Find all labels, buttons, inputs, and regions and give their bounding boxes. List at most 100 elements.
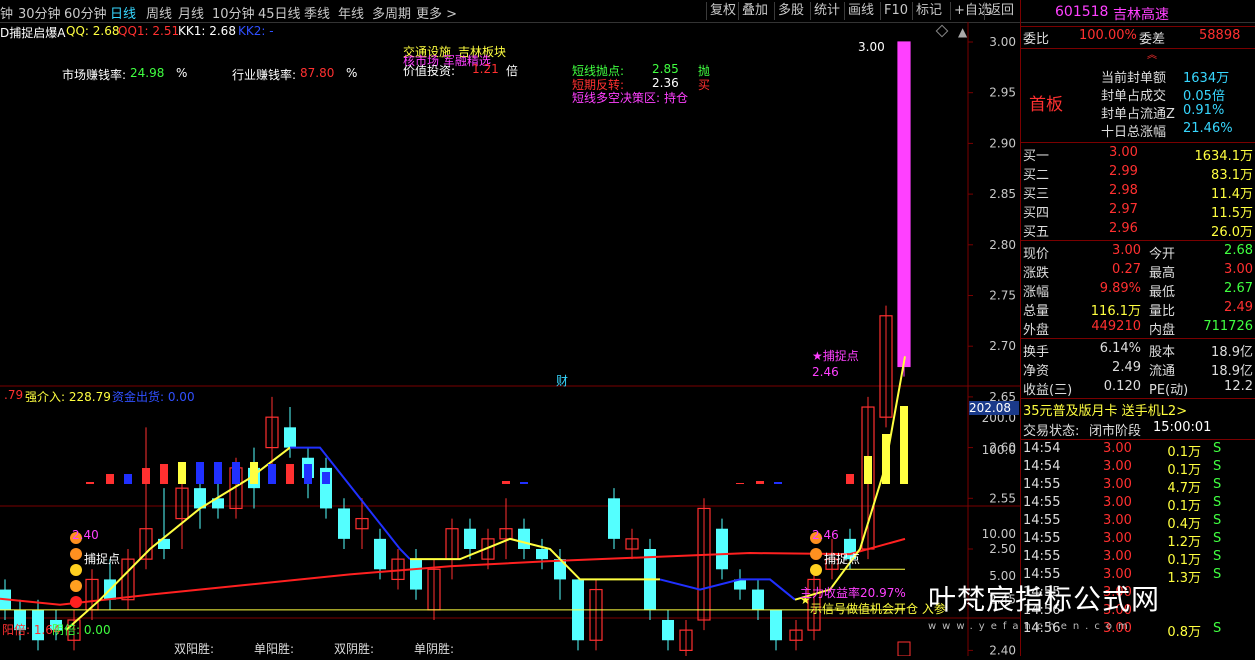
diamond-icon	[935, 24, 949, 38]
volume-bar	[864, 456, 872, 484]
info-label: 封单占流通Z	[1101, 107, 1175, 122]
timeframe-8[interactable]: 季线	[304, 3, 330, 22]
kline-svg[interactable]: ▲3.002.952.902.852.802.752.702.652.602.5…	[0, 22, 1020, 660]
timeframe-2[interactable]: 60分钟	[64, 3, 107, 22]
signal-icon	[70, 548, 82, 560]
catch-point-value: 2.46	[812, 365, 839, 379]
sub1-label-a: .79	[4, 388, 24, 402]
stat-row: 现价 3.00 今开 2.68	[1021, 243, 1255, 262]
stat2-label: 净资	[1023, 364, 1050, 379]
watermark-url: www.yefanchen.com	[928, 621, 1134, 632]
promo-row[interactable]: 35元普及版月卡 送手机L2>	[1021, 400, 1255, 419]
stat-value-2: 2.67	[1224, 281, 1253, 296]
bid-row: 买五 2.96 26.0万	[1021, 221, 1255, 240]
last-bar-bottom	[897, 641, 911, 657]
candle-body-down	[284, 427, 296, 448]
single-yang-win: 单阳胜:	[254, 642, 295, 656]
industry-rate-value: 87.80	[300, 66, 335, 80]
tick-side: S	[1213, 477, 1222, 492]
timeframe-0[interactable]: 钟	[0, 3, 13, 22]
tick-side: S	[1213, 513, 1222, 528]
toolbar-button-6[interactable]: 标记	[912, 2, 945, 20]
stat2-value-2: 18.9亿	[1211, 345, 1253, 360]
bid-row: 买一 3.00 1634.1万	[1021, 145, 1255, 164]
timeframe-5[interactable]: 月线	[178, 3, 204, 22]
stat2-label-2: PE(动)	[1149, 383, 1189, 398]
promo-link[interactable]: 35元普及版月卡 送手机L2>	[1023, 400, 1187, 419]
weibi-value: 100.00%	[1079, 28, 1137, 43]
tick-time: 14:55	[1023, 477, 1061, 492]
quote-panel: 601518 吉林高速 委比 100.00% 委差 58898 ︽ 首板 35元…	[1020, 0, 1255, 656]
sub1-highlight-tick: 202.08	[969, 401, 1019, 415]
short-reversal-action: 买	[698, 78, 711, 92]
timeframe-3[interactable]: 日线	[110, 3, 136, 22]
qq-value: QQ: 2.68	[66, 24, 120, 38]
bid-row: 买三 2.98 11.4万	[1021, 183, 1255, 202]
price-tick-label: 3.00	[989, 35, 1016, 49]
info-value: 0.91%	[1183, 103, 1225, 118]
stat2-row: 净资 2.49 流通 18.9亿	[1021, 360, 1255, 379]
timeframe-10[interactable]: 多周期	[372, 3, 411, 22]
tick-row: 14:55 3.00 0.1万 S	[1021, 495, 1255, 514]
timeframe-9[interactable]: 年线	[338, 3, 364, 22]
collapse-icon[interactable]: ︽	[1147, 46, 1157, 61]
toolbar-button-1[interactable]: 叠加	[738, 2, 771, 20]
tick-row: 14:55 3.00 1.2万 S	[1021, 531, 1255, 550]
candle-body-down	[770, 609, 782, 641]
sub2-right-catch: 捕捉点	[824, 552, 861, 566]
stat2-row: 收益(三) 0.120 PE(动) 12.2	[1021, 379, 1255, 398]
bid-volume: 26.0万	[1211, 225, 1253, 240]
bid-price: 2.97	[1109, 202, 1138, 217]
timeframe-1[interactable]: 30分钟	[18, 3, 61, 22]
stat-label-2: 内盘	[1149, 323, 1176, 338]
tick-side: S	[1213, 441, 1222, 456]
tick-price: 3.00	[1103, 531, 1132, 546]
stock-name: 吉林高速	[1113, 7, 1169, 23]
volume-bar	[232, 462, 240, 484]
tick-row: 14:55 3.00 0.4万 S	[1021, 513, 1255, 532]
single-yin-win: 单阴胜:	[414, 642, 455, 656]
stat2-label: 收益(三)	[1023, 383, 1073, 398]
toolbar-button-5[interactable]: F10	[880, 2, 911, 20]
finance-marker[interactable]: 财	[556, 372, 568, 389]
kk1-value: KK1: 2.68	[178, 24, 236, 38]
toolbar-button-2[interactable]: 多股	[774, 2, 807, 20]
tick-volume: 0.1万	[1167, 463, 1201, 478]
toolbar-button-3[interactable]: 统计	[810, 2, 843, 20]
stat-value-2: 2.49	[1224, 300, 1253, 315]
timeframe-6[interactable]: 10分钟	[212, 3, 255, 22]
kline-chart-area[interactable]: ▲ 3.00 2.95 2.90 2.85 2.80 2.75 2.70 2.65 2.60 2.5…	[0, 22, 1020, 660]
tick-volume: 4.7万	[1167, 481, 1201, 496]
stat-label-2: 最高	[1149, 266, 1176, 281]
toolbar-button-4[interactable]: 画线	[844, 2, 877, 20]
tick-price: 3.00	[1103, 477, 1132, 492]
timeframe-4[interactable]: 周线	[146, 3, 172, 22]
tick-time: 14:55	[1023, 531, 1061, 546]
double-yang-win: 双阳胜:	[174, 642, 215, 656]
stat-label: 外盘	[1023, 323, 1050, 338]
volume-bar	[520, 482, 528, 484]
timeframe-7[interactable]: 45日线	[258, 3, 301, 22]
info-value: 0.05倍	[1183, 89, 1225, 104]
toolbar-button-8[interactable]: 返回	[984, 2, 1017, 20]
info-row: 十日总涨幅 21.46%	[1021, 121, 1255, 140]
tick-price: 3.00	[1103, 459, 1132, 474]
stat-value: 0.27	[1112, 262, 1141, 277]
bid-volume: 11.5万	[1211, 206, 1253, 221]
stat-label-2: 最低	[1149, 285, 1176, 300]
yin-ratio: 阴倍: 0.00	[52, 623, 111, 637]
sub2-tick-label: 10.00	[982, 527, 1016, 541]
stat-value-2: 711726	[1203, 319, 1253, 334]
volume-bar	[322, 472, 330, 484]
timeframe-11[interactable]: 更多 >	[416, 3, 457, 22]
toolbar-button-0[interactable]: 复权	[706, 2, 739, 20]
stat-label-2: 量比	[1149, 304, 1176, 319]
indicator-title: D捕捉启爆A	[0, 26, 66, 40]
candle-body-down	[374, 538, 386, 570]
trade-state-label: 交易状态:	[1023, 424, 1080, 439]
stat-value: 116.1万	[1090, 304, 1141, 319]
tick-side: S	[1213, 531, 1222, 546]
stat2-label-2: 流通	[1149, 364, 1176, 379]
stat2-label-2: 股本	[1149, 345, 1176, 360]
bid-volume: 1634.1万	[1194, 149, 1254, 164]
